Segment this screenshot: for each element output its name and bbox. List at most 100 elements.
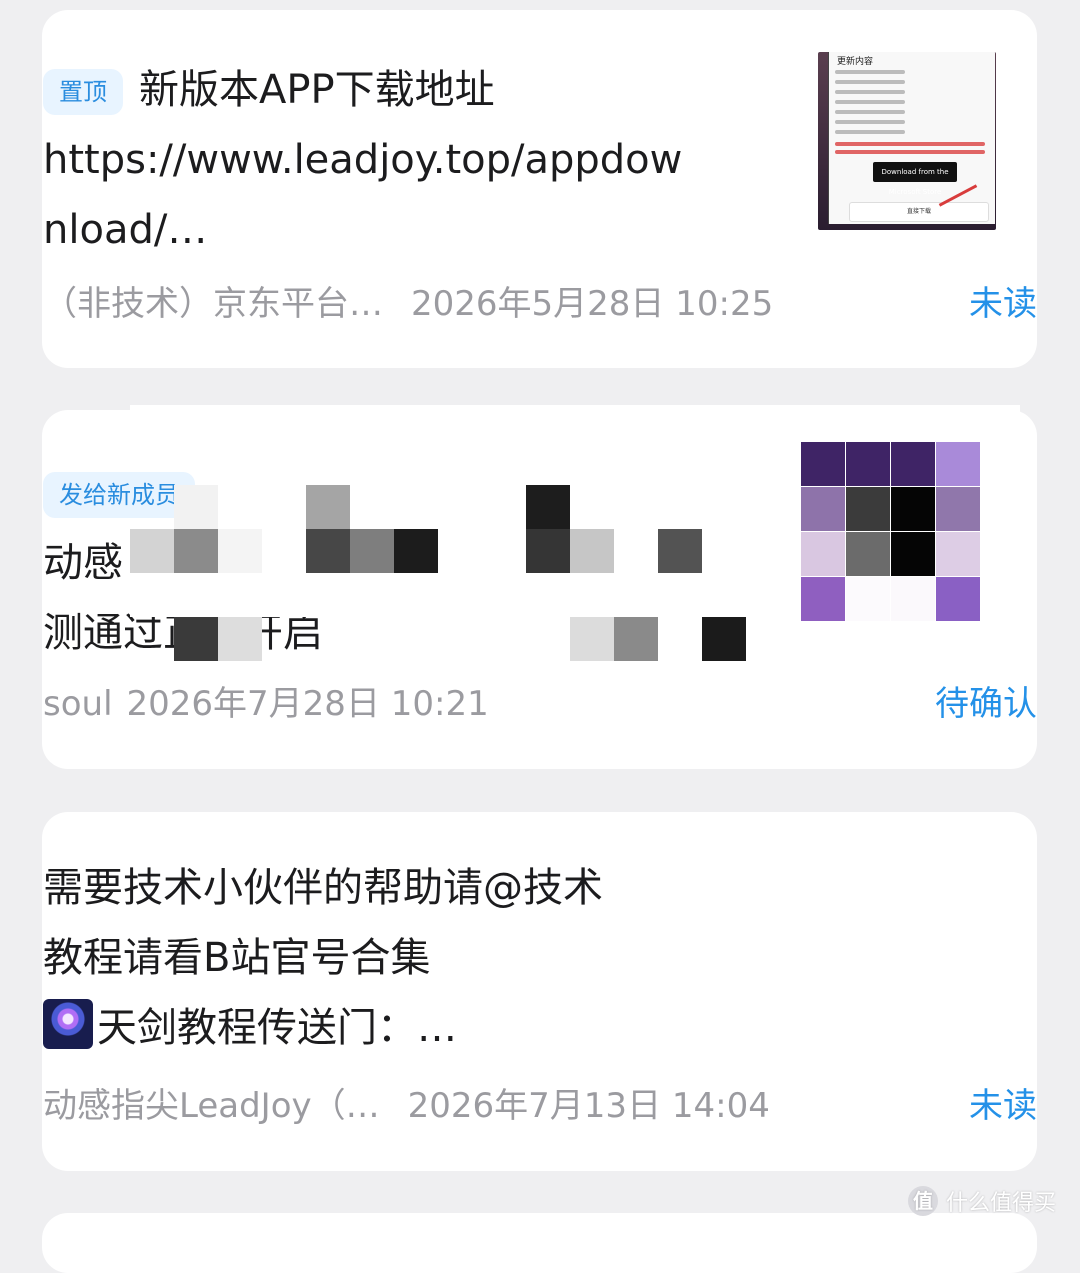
thumbnail-screen: 更新内容 Download from the Microsoft Store 直…	[828, 52, 995, 224]
mosaic-tile	[174, 617, 218, 661]
mosaic-tile	[936, 577, 980, 621]
mosaic-tile	[614, 529, 658, 573]
mosaic-tile	[130, 573, 174, 617]
mosaic-tile	[350, 617, 394, 661]
mosaic-tile	[702, 485, 746, 529]
mosaic-tile	[801, 577, 845, 621]
message-card-4[interactable]	[42, 1213, 1037, 1273]
mosaic-tile	[846, 442, 890, 486]
mosaic-tile	[482, 573, 526, 617]
mosaic-tile	[482, 617, 526, 661]
mosaic-tile	[570, 617, 614, 661]
thumbnail-line	[835, 110, 905, 114]
mosaic-tile	[658, 485, 702, 529]
card-1-line-3: nload/…	[43, 207, 208, 253]
mosaic-tile	[936, 487, 980, 531]
card-3-time: 2026年7月13日 14:04	[407, 1086, 770, 1126]
mosaic-tile	[801, 487, 845, 531]
card-3-line-3-wrap: 天剑教程传送门：…	[43, 993, 763, 1063]
card-3-line-3: 天剑教程传送门：…	[97, 1005, 457, 1051]
redacted-mosaic	[130, 485, 746, 661]
mosaic-tile	[218, 617, 262, 661]
mosaic-tile	[614, 617, 658, 661]
card-3-line-1: 需要技术小伙伴的帮助请@技术	[43, 865, 603, 911]
mosaic-tile	[394, 529, 438, 573]
card-1-time: 2026年5月28日 10:25	[411, 284, 774, 324]
mosaic-tile	[936, 532, 980, 576]
card-3-status[interactable]: 未读	[969, 1084, 1037, 1128]
mosaic-tile	[438, 485, 482, 529]
mosaic-tile	[891, 487, 935, 531]
mosaic-tile	[936, 442, 980, 486]
mosaic-tile	[262, 529, 306, 573]
mosaic-tile	[570, 573, 614, 617]
card-2-time: 2026年7月28日 10:21	[126, 684, 489, 724]
mosaic-tile	[482, 529, 526, 573]
mosaic-tile	[350, 573, 394, 617]
card-1-line-1-text: 新版本APP下载地址	[139, 67, 495, 113]
card-2-meta: soul 2026年7月28日 10:21 待确认	[43, 682, 1037, 726]
mosaic-tile	[526, 485, 570, 529]
thumbnail-line	[835, 80, 905, 84]
mosaic-tile	[658, 617, 702, 661]
mosaic-tile	[482, 485, 526, 529]
mosaic-tile	[702, 573, 746, 617]
mosaic-tile	[846, 487, 890, 531]
mosaic-tile	[438, 617, 482, 661]
card-1-title: 置顶 新版本APP下载地址 https://www.leadjoy.top/app…	[43, 55, 763, 265]
card-1-thumbnail[interactable]: 更新内容 Download from the Microsoft Store 直…	[818, 52, 996, 230]
mosaic-tile	[526, 617, 570, 661]
mosaic-tile	[658, 529, 702, 573]
thumbnail-download-button: 直接下载	[849, 202, 989, 222]
mosaic-tile	[394, 573, 438, 617]
card-2-thumbnail[interactable]	[801, 442, 981, 622]
watermark: 值 什么值得买	[907, 1185, 1056, 1217]
mosaic-tile	[218, 485, 262, 529]
thumbnail-warning-line	[835, 142, 985, 146]
mosaic-tile	[306, 485, 350, 529]
card-3-title: 需要技术小伙伴的帮助请@技术 教程请看B站官号合集 天剑教程传送门：…	[43, 853, 763, 1063]
mosaic-tile	[801, 532, 845, 576]
mosaic-tile	[350, 529, 394, 573]
mosaic-tile	[174, 529, 218, 573]
mosaic-tile	[846, 532, 890, 576]
thumbnail-line	[835, 90, 905, 94]
mosaic-tile	[438, 529, 482, 573]
thumbnail-line	[835, 130, 905, 134]
mosaic-tile	[438, 573, 482, 617]
card-2-status[interactable]: 待确认	[935, 682, 1037, 726]
card-1-group: （非技术）京东平台…	[43, 284, 383, 324]
card-3-meta: 动感指尖LeadJoy（… 2026年7月13日 14:04 未读	[43, 1084, 1037, 1128]
mosaic-tile	[394, 617, 438, 661]
mosaic-tile	[306, 529, 350, 573]
watermark-logo-icon: 值	[907, 1186, 938, 1216]
mosaic-tile	[891, 532, 935, 576]
mosaic-tile	[526, 573, 570, 617]
pinned-tag: 置顶	[43, 69, 123, 115]
mosaic-tile	[130, 617, 174, 661]
mosaic-tile	[130, 485, 174, 529]
mosaic-tile	[350, 485, 394, 529]
mosaic-tile	[174, 485, 218, 529]
mosaic-tile	[262, 485, 306, 529]
mosaic-tile	[658, 573, 702, 617]
mosaic-tile	[306, 617, 350, 661]
mosaic-tile	[130, 529, 174, 573]
mosaic-tile	[570, 529, 614, 573]
mosaic-tile	[218, 573, 262, 617]
mosaic-tile	[702, 617, 746, 661]
thumbnail-line	[835, 70, 905, 74]
thumbnail-warning-line	[835, 150, 985, 154]
thumbnail-line	[835, 100, 905, 104]
card-3-group: 动感指尖LeadJoy（…	[43, 1086, 380, 1126]
card-2-group: soul	[43, 684, 113, 724]
fireworks-icon	[43, 999, 93, 1049]
card-1-line-1: 置顶 新版本APP下载地址	[43, 55, 763, 125]
card-1-meta: （非技术）京东平台… 2026年5月28日 10:25 未读	[43, 282, 1037, 326]
mosaic-tile	[846, 577, 890, 621]
mosaic-tile	[526, 529, 570, 573]
card-1-status[interactable]: 未读	[969, 282, 1037, 326]
microsoft-store-button: Download from the Microsoft Store	[873, 162, 957, 196]
mosaic-tile	[702, 529, 746, 573]
mosaic-tile	[218, 529, 262, 573]
